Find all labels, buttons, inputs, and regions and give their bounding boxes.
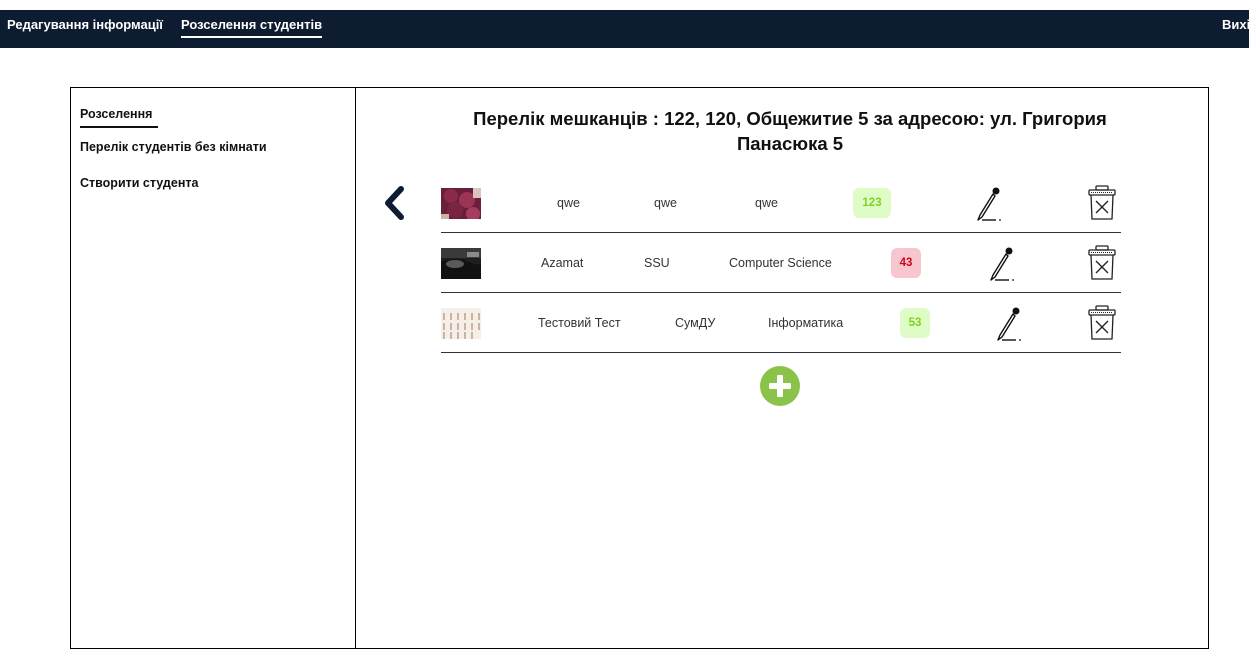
sidebar-item-students-without-room[interactable]: Перелік студентів без кімнати bbox=[80, 140, 267, 154]
student-photo bbox=[441, 188, 481, 219]
student-name: Azamat bbox=[541, 256, 584, 270]
student-specialty: qwe bbox=[755, 196, 778, 210]
resident-row: qwe qwe qwe 123 bbox=[441, 174, 1121, 233]
pencil-icon[interactable] bbox=[992, 306, 1026, 342]
chevron-left-icon[interactable] bbox=[383, 186, 405, 220]
page-title: Перелік мешканців : 122, 120, Общежитие … bbox=[473, 108, 1107, 154]
room-badge: 123 bbox=[853, 188, 891, 218]
student-photo bbox=[441, 308, 481, 339]
top-navbar: Редагування інформації Розселення студен… bbox=[0, 10, 1249, 48]
student-specialty: Інформатика bbox=[768, 316, 844, 330]
student-photo bbox=[441, 248, 481, 279]
pencil-icon[interactable] bbox=[985, 246, 1019, 282]
plus-circle-icon bbox=[769, 375, 791, 397]
student-name: Тестовий Тест bbox=[538, 316, 621, 330]
sidebar: Розселення Перелік студентів без кімнати… bbox=[70, 87, 356, 649]
room-badge: 53 bbox=[900, 308, 930, 338]
nav-edit-info-link[interactable]: Редагування інформації bbox=[7, 17, 163, 32]
resident-row: Тестовий Тест СумДУ Інформатика 53 bbox=[441, 294, 1121, 353]
student-university: СумДУ bbox=[675, 316, 716, 330]
sidebar-item-settlement[interactable]: Розселення bbox=[80, 107, 158, 128]
pencil-icon[interactable] bbox=[972, 186, 1006, 222]
trash-icon[interactable] bbox=[1087, 304, 1117, 342]
nav-exit-link[interactable]: Вихі bbox=[1222, 17, 1249, 32]
sidebar-item-create-student[interactable]: Створити студента bbox=[80, 176, 198, 190]
add-resident-button[interactable] bbox=[760, 366, 800, 406]
nav-settle-students-link[interactable]: Розселення студентів bbox=[181, 17, 323, 38]
student-specialty: Computer Science bbox=[729, 256, 832, 270]
trash-icon[interactable] bbox=[1087, 244, 1117, 282]
main-panel: Перелік мешканців : 122, 120, Общежитие … bbox=[355, 87, 1209, 649]
room-badge: 43 bbox=[891, 248, 921, 278]
student-name: qwe bbox=[557, 196, 580, 210]
resident-row: Azamat SSU Computer Science 43 bbox=[441, 234, 1121, 293]
trash-icon[interactable] bbox=[1087, 184, 1117, 222]
student-university: qwe bbox=[654, 196, 677, 210]
student-university: SSU bbox=[644, 256, 670, 270]
